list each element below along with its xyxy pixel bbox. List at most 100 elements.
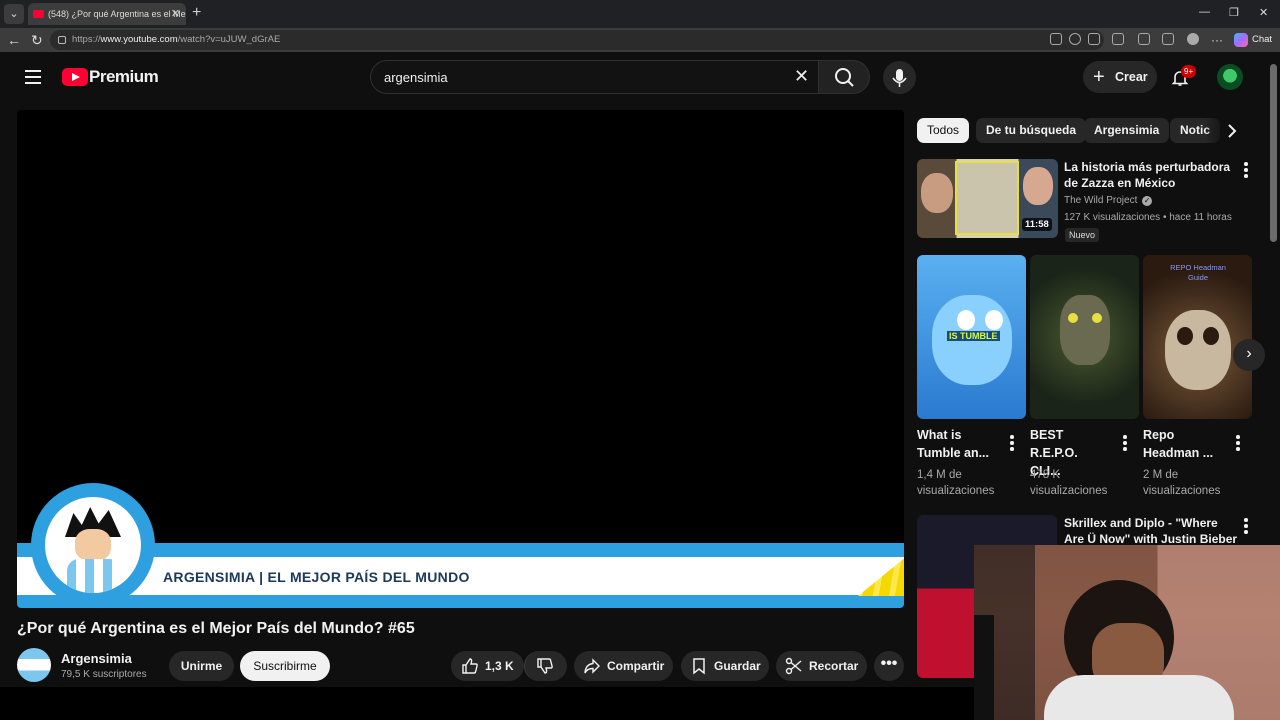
share-label: Compartir (607, 659, 665, 673)
create-label: Crear (1115, 70, 1148, 84)
thumbs-up-icon (462, 658, 478, 674)
tab-close-icon[interactable]: ✕ (171, 3, 180, 25)
sidebar-video-channel[interactable]: The Wild Project ✓ (1064, 195, 1153, 206)
more-horizontal-icon: ••• (880, 655, 898, 672)
new-badge: Nuevo (1065, 228, 1100, 242)
banner-text: ARGENSIMIA | EL MEJOR PAÍS DEL MUNDO (163, 569, 470, 585)
minimize-button[interactable]: — (1199, 6, 1210, 18)
url-host: www.youtube.com (100, 34, 178, 45)
back-arrow-icon[interactable]: ← (7, 31, 21, 49)
voice-search-button[interactable] (883, 61, 916, 94)
youtube-premium-logo[interactable]: Premium (89, 67, 159, 87)
chevron-right-icon[interactable] (1225, 123, 1239, 139)
search-icon (835, 68, 854, 87)
split-screen-icon[interactable] (1138, 33, 1150, 45)
shorts-next-chevron-icon[interactable]: › (1233, 339, 1265, 371)
sidebar-video-title[interactable]: La historia más perturbadora de Zazza en… (1064, 159, 1239, 191)
video-title: ¿Por qué Argentina es el Mejor País del … (17, 620, 415, 637)
url-path: /watch?v=uJUW_dGrAE (177, 34, 281, 45)
more-vertical-icon[interactable] (1010, 435, 1014, 453)
browser-toolbar: ← ↻ https://www.youtube.com/watch?v=uJUW… (0, 28, 1280, 52)
like-button[interactable]: 1,3 K (451, 651, 524, 681)
lock-icon (58, 36, 66, 44)
short-thumbnail[interactable] (1030, 255, 1139, 419)
short-views: 1,4 M de visualizaciones (917, 469, 995, 497)
chip-todos[interactable]: Todos (917, 118, 970, 143)
bottom-area (0, 687, 974, 720)
clear-search-icon[interactable]: ✕ (794, 66, 809, 86)
clip-label: Recortar (809, 659, 859, 673)
copilot-icon (1234, 33, 1248, 47)
more-actions-button[interactable]: ••• (874, 651, 904, 681)
channel-avatar[interactable] (17, 648, 51, 682)
scissors-icon (785, 657, 802, 675)
youtube-masthead: Premium argensimia ✕ + Crear 9+ (0, 52, 1268, 102)
channel-logo-illustration (45, 497, 141, 593)
search-button[interactable] (818, 60, 870, 94)
notifications-badge: 9+ (1181, 65, 1197, 78)
dislike-button[interactable] (524, 651, 567, 681)
chat-label: Chat (1252, 34, 1273, 45)
join-button[interactable]: Unirme (169, 651, 234, 681)
reload-icon[interactable]: ↻ (31, 31, 43, 49)
short-title[interactable]: Repo Headman ... (1143, 426, 1223, 462)
extensions-icon[interactable] (1112, 33, 1124, 45)
browser-tab-active[interactable]: (548) ¿Por qué Argentina es el Me ✕ (28, 3, 186, 25)
short-overlay-text: IS TUMBLE (947, 331, 1000, 341)
sidebar-video-meta: 127 K visualizaciones • hace 11 horas (1064, 212, 1232, 223)
search-query: argensimia (384, 70, 448, 85)
menu-icon[interactable] (25, 70, 41, 84)
short-title[interactable]: What is Tumble an... (917, 426, 997, 462)
thumbs-down-icon (537, 658, 553, 674)
verified-check-icon: ✓ (1142, 196, 1153, 206)
restore-button[interactable]: ❐ (1229, 6, 1239, 19)
video-thumbnail[interactable]: 11:58 (917, 159, 1058, 238)
subscribe-button[interactable]: Suscribirme (240, 651, 330, 681)
favorites-icon[interactable] (1162, 33, 1174, 45)
account-avatar[interactable] (1217, 64, 1243, 90)
short-overlay-text: REPO Headman Guide (1170, 263, 1226, 282)
tab-title: (548) ¿Por qué Argentina es el Me (48, 9, 186, 19)
video-player[interactable]: ARGENSIMIA | EL MEJOR PAÍS DEL MUNDO (17, 110, 904, 608)
chip-argensimia[interactable]: Argensimia (1084, 118, 1170, 143)
channel-name[interactable]: Argensimia (61, 651, 132, 666)
profile-icon[interactable] (1187, 33, 1199, 45)
channel-name: The Wild Project (1064, 195, 1138, 206)
scrollbar-thumb[interactable] (1270, 64, 1277, 242)
more-vertical-icon[interactable] (1236, 435, 1240, 453)
search-input[interactable]: argensimia (370, 60, 818, 94)
thumbnail-photo (955, 161, 1019, 235)
copilot-chat-button[interactable]: Chat (1232, 31, 1272, 49)
url-prefix: https:// (72, 34, 101, 45)
clip-button[interactable]: Recortar (776, 651, 867, 681)
tab-list-chevron-icon[interactable]: ⌄ (4, 4, 24, 24)
zoom-icon[interactable] (1069, 33, 1081, 45)
more-vertical-icon[interactable] (1123, 435, 1127, 453)
save-button[interactable]: Guardar (681, 651, 769, 681)
create-button[interactable]: + Crear (1083, 61, 1157, 93)
more-menu-icon[interactable]: ··· (1211, 31, 1223, 49)
chip-de-tu-busqueda[interactable]: De tu búsqueda (976, 118, 1087, 143)
new-tab-button[interactable]: + (192, 4, 201, 22)
share-button[interactable]: Compartir (574, 651, 673, 681)
plus-icon: + (1093, 66, 1105, 88)
share-arrow-icon (584, 658, 600, 674)
short-thumbnail[interactable]: IS TUMBLE (917, 255, 1026, 419)
browser-tab-strip: ⌄ (548) ¿Por qué Argentina es el Me ✕ + … (0, 0, 1280, 28)
more-vertical-icon[interactable] (1244, 518, 1248, 536)
short-views: 2 M de visualizaciones (1143, 469, 1221, 497)
favorite-star-icon[interactable] (1088, 33, 1100, 45)
address-bar[interactable]: https://www.youtube.com/watch?v=uJUW_dGr… (50, 30, 1104, 50)
more-vertical-icon[interactable] (1244, 162, 1248, 180)
short-thumbnail[interactable]: REPO Headman Guide (1143, 255, 1252, 419)
short-views: 478 K visualizaciones (1030, 469, 1108, 497)
app-icon[interactable] (1050, 33, 1062, 45)
youtube-favicon-icon (33, 10, 44, 18)
save-label: Guardar (714, 659, 761, 673)
microphone-icon (892, 69, 907, 87)
youtube-logo-icon[interactable] (62, 68, 88, 86)
close-window-button[interactable]: ✕ (1259, 6, 1268, 19)
video-duration: 11:58 (1022, 218, 1052, 231)
bookmark-icon (693, 658, 705, 675)
like-count: 1,3 K (485, 659, 514, 673)
